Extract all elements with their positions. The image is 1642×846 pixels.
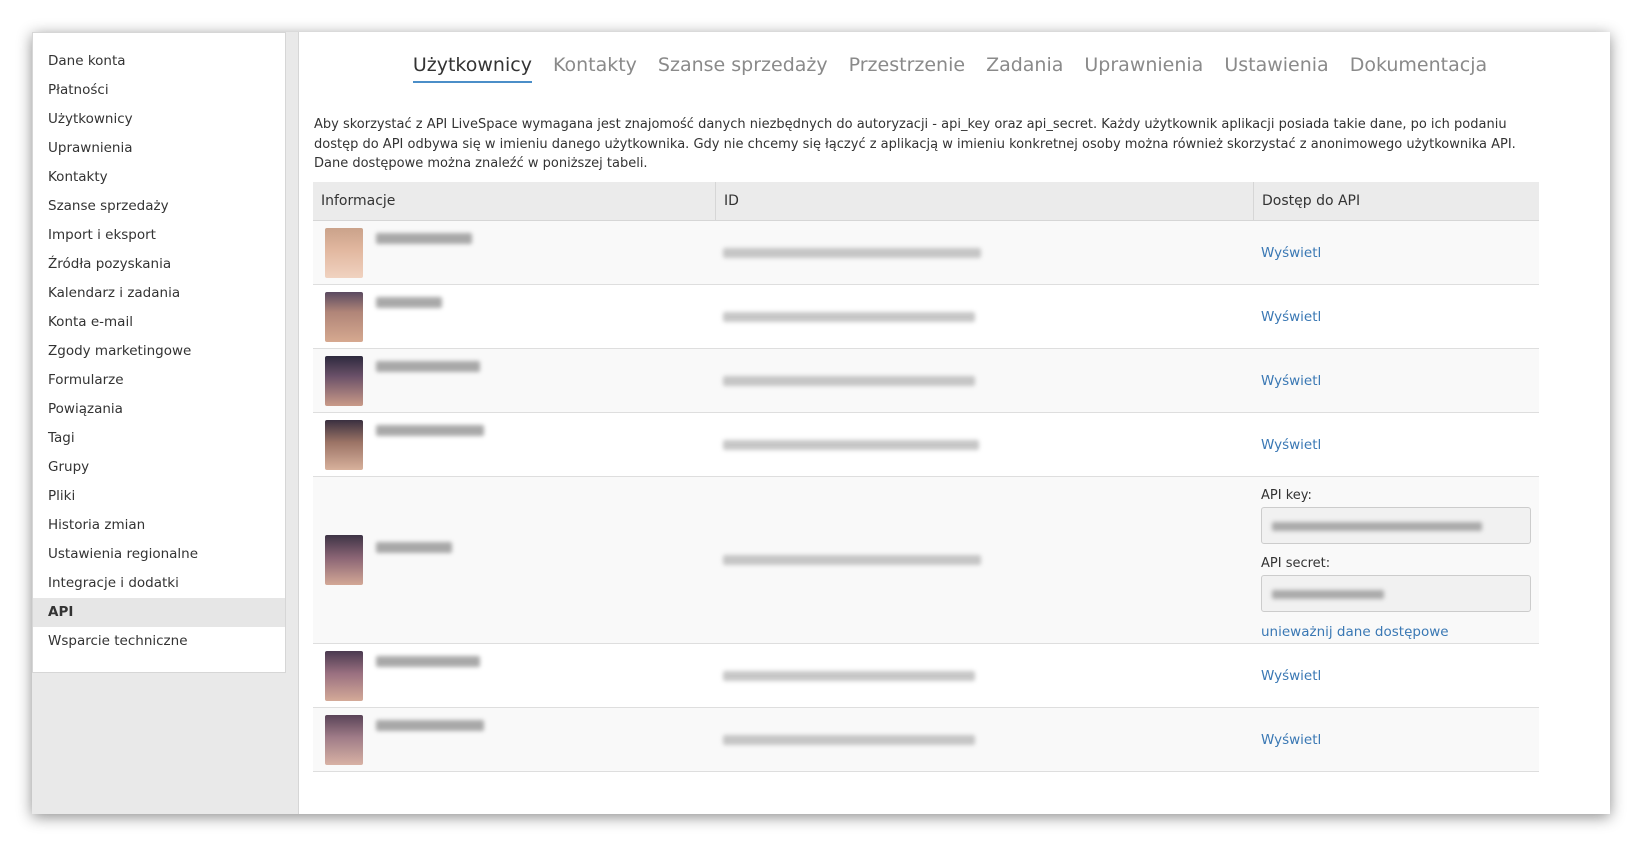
api-credentials: API key: API secret: unieważnij dane dos… bbox=[1261, 480, 1539, 640]
sidebar-item-platnosci[interactable]: Płatności bbox=[33, 76, 285, 105]
api-key-field[interactable] bbox=[1261, 507, 1531, 544]
user-id-redacted bbox=[723, 734, 975, 745]
table-row: Wyświetl bbox=[313, 221, 1539, 285]
tab-ustawienia[interactable]: Ustawienia bbox=[1224, 54, 1328, 83]
sidebar-item-uprawnienia[interactable]: Uprawnienia bbox=[33, 134, 285, 163]
show-api-link[interactable]: Wyświetl bbox=[1261, 732, 1321, 748]
sidebar-item-formularze[interactable]: Formularze bbox=[33, 366, 285, 395]
avatar bbox=[325, 355, 363, 406]
revoke-credentials-link[interactable]: unieważnij dane dostępowe bbox=[1261, 624, 1449, 640]
sidebar-item-import-eksport[interactable]: Import i eksport bbox=[33, 221, 285, 250]
user-id-redacted bbox=[723, 670, 975, 681]
sidebar-item-kontakty[interactable]: Kontakty bbox=[33, 163, 285, 192]
sidebar-item-powiazania[interactable]: Powiązania bbox=[33, 395, 285, 424]
sidebar-item-szanse-sprzedazy[interactable]: Szanse sprzedaży bbox=[33, 192, 285, 221]
tab-zadania[interactable]: Zadania bbox=[986, 54, 1063, 83]
table-header: Informacje ID Dostęp do API bbox=[313, 182, 1539, 221]
sidebar-item-grupy[interactable]: Grupy bbox=[33, 453, 285, 482]
table-row-expanded: API key: API secret: unieważnij dane dos… bbox=[313, 477, 1539, 644]
table-row: Wyświetl bbox=[313, 285, 1539, 349]
sidebar-item-konta-email[interactable]: Konta e-mail bbox=[33, 308, 285, 337]
user-id-redacted bbox=[723, 311, 975, 322]
api-secret-label: API secret: bbox=[1261, 556, 1331, 571]
sidebar-item-ustawienia-regionalne[interactable]: Ustawienia regionalne bbox=[33, 540, 285, 569]
table-row: Wyświetl bbox=[313, 349, 1539, 413]
user-id-redacted bbox=[723, 375, 975, 386]
user-id-redacted bbox=[723, 439, 979, 450]
app-window: Dane konta Płatności Użytkownicy Uprawni… bbox=[32, 32, 1610, 814]
tab-kontakty[interactable]: Kontakty bbox=[553, 54, 637, 83]
tab-uprawnienia[interactable]: Uprawnienia bbox=[1084, 54, 1203, 83]
tab-szanse-sprzedazy[interactable]: Szanse sprzedaży bbox=[658, 54, 828, 83]
header-id: ID bbox=[715, 182, 1253, 220]
user-id-redacted bbox=[723, 555, 981, 565]
user-name-redacted bbox=[376, 656, 480, 667]
api-secret-redacted bbox=[1272, 590, 1384, 599]
sidebar-item-pliki[interactable]: Pliki bbox=[33, 482, 285, 511]
user-id-redacted bbox=[723, 247, 981, 258]
api-users-table: Informacje ID Dostęp do API Wyświetl Wyś… bbox=[313, 182, 1539, 772]
show-api-link[interactable]: Wyświetl bbox=[1261, 668, 1321, 684]
avatar bbox=[325, 650, 363, 701]
main-panel: Użytkownicy Kontakty Szanse sprzedaży Pr… bbox=[298, 32, 1610, 814]
sidebar-item-historia-zmian[interactable]: Historia zmian bbox=[33, 511, 285, 540]
show-api-link[interactable]: Wyświetl bbox=[1261, 437, 1321, 453]
api-tabs: Użytkownicy Kontakty Szanse sprzedaży Pr… bbox=[299, 54, 1610, 83]
user-name-redacted bbox=[376, 425, 484, 436]
avatar bbox=[325, 419, 363, 470]
avatar bbox=[325, 714, 363, 765]
sidebar-item-zgody-marketingowe[interactable]: Zgody marketingowe bbox=[33, 337, 285, 366]
sidebar-item-tagi[interactable]: Tagi bbox=[33, 424, 285, 453]
sidebar-item-dane-konta[interactable]: Dane konta bbox=[33, 47, 285, 76]
sidebar-item-api[interactable]: API bbox=[33, 598, 285, 627]
header-informacje: Informacje bbox=[321, 193, 396, 209]
tab-przestrzenie[interactable]: Przestrzenie bbox=[849, 54, 965, 83]
avatar bbox=[325, 291, 363, 342]
user-name-redacted bbox=[376, 233, 472, 244]
api-intro-text: Aby skorzystać z API LiveSpace wymagana … bbox=[314, 117, 1516, 172]
user-name-redacted bbox=[376, 720, 484, 731]
show-api-link[interactable]: Wyświetl bbox=[1261, 373, 1321, 389]
tab-uzytkownicy[interactable]: Użytkownicy bbox=[412, 54, 532, 83]
api-secret-field[interactable] bbox=[1261, 575, 1531, 612]
api-key-label: API key: bbox=[1261, 488, 1312, 503]
sidebar-item-uzytkownicy[interactable]: Użytkownicy bbox=[33, 105, 285, 134]
user-name-redacted bbox=[376, 297, 442, 308]
tab-dokumentacja[interactable]: Dokumentacja bbox=[1350, 54, 1487, 83]
sidebar-item-kalendarz-zadania[interactable]: Kalendarz i zadania bbox=[33, 279, 285, 308]
sidebar-item-zrodla-pozyskania[interactable]: Źródła pozyskania bbox=[33, 250, 285, 279]
settings-sidebar: Dane konta Płatności Użytkownicy Uprawni… bbox=[32, 32, 286, 673]
table-row: Wyświetl bbox=[313, 413, 1539, 477]
show-api-link[interactable]: Wyświetl bbox=[1261, 245, 1321, 261]
sidebar-item-integracje-dodatki[interactable]: Integracje i dodatki bbox=[33, 569, 285, 598]
table-row: Wyświetl bbox=[313, 644, 1539, 708]
user-name-redacted bbox=[376, 361, 480, 372]
sidebar-item-wsparcie-techniczne[interactable]: Wsparcie techniczne bbox=[33, 627, 285, 656]
show-api-link[interactable]: Wyświetl bbox=[1261, 309, 1321, 325]
avatar bbox=[325, 535, 363, 585]
user-name-redacted bbox=[376, 542, 452, 553]
header-dostep-api: Dostęp do API bbox=[1253, 182, 1539, 220]
avatar bbox=[325, 227, 363, 278]
api-key-redacted bbox=[1272, 522, 1482, 531]
table-row: Wyświetl bbox=[313, 708, 1539, 772]
